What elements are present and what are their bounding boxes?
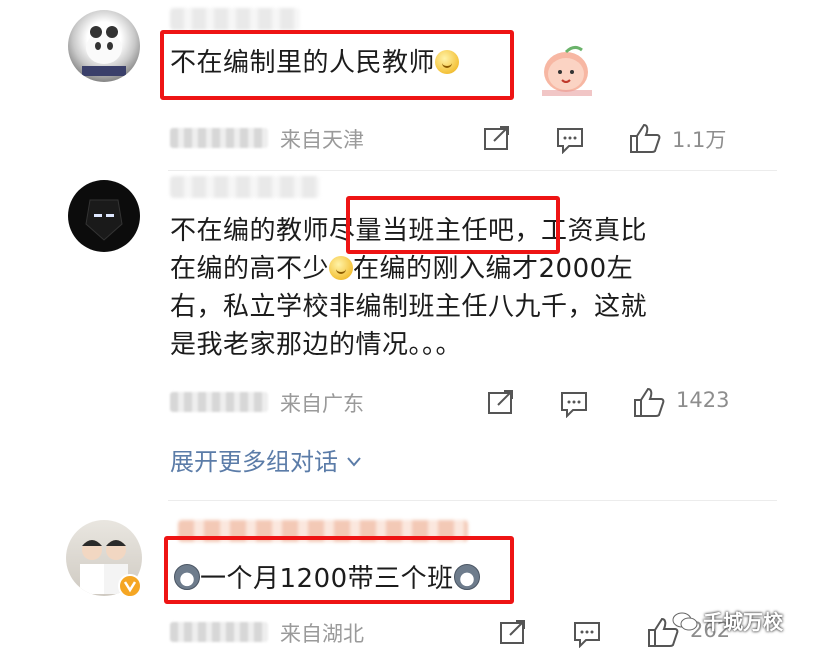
avatar[interactable] — [68, 180, 140, 252]
panda-plush-icon — [82, 26, 126, 76]
location-label: 来自广东 — [280, 392, 364, 416]
comment-icon[interactable] — [555, 126, 585, 154]
like-icon[interactable] — [628, 122, 662, 154]
expand-more-conversation-link[interactable]: 展开更多组对话 — [170, 442, 362, 477]
like-icon[interactable] — [632, 386, 666, 418]
blurred-timestamp — [170, 128, 268, 148]
blurred-timestamp — [170, 622, 268, 642]
avatar[interactable] — [68, 10, 140, 82]
highlight-box — [164, 536, 514, 604]
location-label: 来自湖北 — [280, 622, 364, 646]
share-icon[interactable] — [482, 124, 512, 152]
comment-1: 不在编制里的人民教师 来自天津 1.1万 — [0, 0, 815, 170]
like-count: 1.1万 — [672, 128, 727, 152]
highlight-box — [160, 30, 514, 100]
wechat-logo-icon — [672, 612, 698, 631]
like-count: 1423 — [676, 388, 730, 412]
share-icon[interactable] — [486, 388, 516, 416]
highlight-box — [346, 196, 560, 254]
comment-icon[interactable] — [559, 390, 589, 418]
share-icon[interactable] — [498, 618, 528, 646]
blurred-username[interactable] — [170, 8, 300, 30]
blurred-timestamp — [170, 392, 268, 412]
blurred-username[interactable] — [170, 176, 320, 198]
comment-icon[interactable] — [572, 620, 602, 648]
comment-2: 不在编的教师尽量当班主任吧，工资真比 在编的高不少 在编的刚入编才2000左 右，… — [0, 170, 815, 500]
chevron-down-icon — [346, 457, 361, 467]
smile-emoji-icon — [329, 256, 354, 280]
watermark: 千城万校 — [672, 606, 783, 635]
location-label: 来自天津 — [280, 128, 364, 152]
comment-3: 一个月1200带三个班 来自湖北 262 千城万校 — [0, 500, 815, 656]
peach-sticker-icon — [542, 45, 592, 96]
verified-badge-icon — [118, 574, 142, 598]
iron-man-mask-icon — [85, 199, 123, 241]
